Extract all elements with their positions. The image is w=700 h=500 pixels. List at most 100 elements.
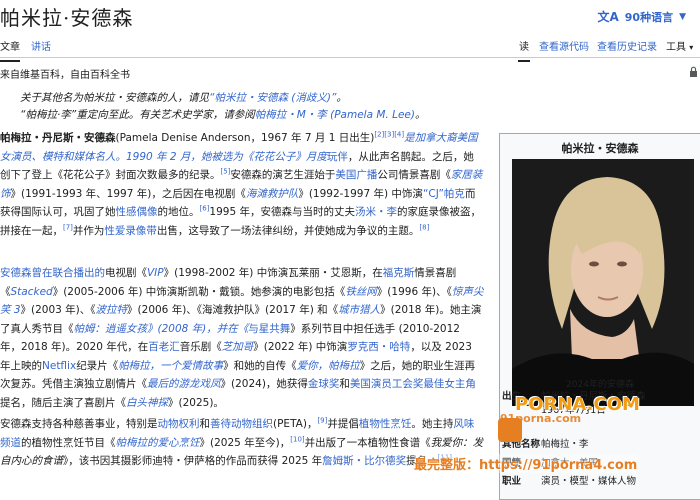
citation[interactable]: [9] bbox=[317, 417, 327, 425]
chevron-down-icon: ▼ bbox=[679, 11, 686, 22]
watermark-subtext: 91porna.com bbox=[500, 412, 582, 425]
link[interactable]: 芝加哥 bbox=[222, 341, 254, 353]
link[interactable]: 帕梅拉的爱心烹饪 bbox=[116, 437, 200, 449]
text: 和 bbox=[339, 378, 350, 390]
tab-view-history[interactable]: 查看历史记录 bbox=[597, 38, 657, 53]
citation[interactable]: [5] bbox=[221, 168, 231, 176]
hatnote-text: “帕梅拉·李”重定向至此。有关艺术史学家，请参阅 bbox=[20, 109, 255, 121]
language-selector-button[interactable]: 文A 90种语言 ▼ bbox=[597, 8, 686, 25]
link[interactable]: “CJ”帕克 bbox=[423, 188, 465, 200]
text: 》(1998-2002 年) 中饰演瓦莱丽・艾恩斯，在 bbox=[163, 267, 383, 279]
tab-talk[interactable]: 讲话 bbox=[31, 38, 51, 53]
page-tabs: 文章 讲话 读 查看源代码 查看历史记录 工具 ▾ bbox=[0, 30, 700, 62]
text: 并出版了一本植物性食谱《 bbox=[304, 436, 431, 449]
infobox-value: 演员・模型・媒体人物 bbox=[541, 476, 637, 487]
site-tagline: 来自维基百科，自由百科全书 bbox=[0, 70, 130, 81]
page-header: 帕米拉·安德森 文A 90种语言 ▼ bbox=[0, 0, 700, 30]
text: 的地位。 bbox=[157, 206, 200, 218]
watermark-url: 最完整版：https://91porna4.com bbox=[414, 454, 638, 473]
link[interactable]: 铁丝网 bbox=[345, 286, 377, 298]
text: 安德森支持各种慈善事业，特别是 bbox=[0, 418, 158, 430]
tools-label: 工具 bbox=[666, 42, 686, 53]
link[interactable]: 美国演员工会奖最佳女主角 bbox=[350, 378, 476, 390]
text: 并提倡 bbox=[327, 418, 359, 430]
text: 电视剧《 bbox=[105, 267, 147, 279]
citation[interactable]: [10] bbox=[290, 435, 304, 443]
text: 并作为 bbox=[72, 224, 105, 237]
text: 》(2006 年)、《海滩救护队》(2017 年) 和《 bbox=[127, 304, 339, 316]
citation[interactable]: [8] bbox=[419, 223, 429, 231]
citation[interactable]: [6] bbox=[200, 205, 210, 213]
citation[interactable]: [2][3][4] bbox=[374, 131, 404, 139]
link[interactable]: 百老汇 bbox=[148, 341, 180, 353]
tools-menu-button[interactable]: 工具 ▾ bbox=[666, 38, 693, 53]
hatnote-line: “帕梅拉·李”重定向至此。有关艺术史学家，请参阅帕梅拉・M・李 (Pamela … bbox=[20, 107, 480, 124]
text: 》(2025 年至今)， bbox=[199, 436, 291, 449]
link[interactable]: 性感偶像 bbox=[116, 206, 158, 218]
page-title: 帕米拉·安德森 bbox=[0, 6, 134, 30]
link[interactable]: 汤米・李 bbox=[355, 206, 397, 218]
link[interactable]: 》(2008 年)，并在《 bbox=[147, 323, 248, 335]
link[interactable]: 动物权利 bbox=[158, 418, 200, 430]
text: 音乐剧《 bbox=[179, 341, 222, 353]
text: 安德森的演艺生涯始于 bbox=[230, 169, 336, 181]
text: 》(2005-2006 年) 中饰演斯凯勒・戴锁。她参演的电影包括《 bbox=[52, 285, 346, 298]
text: 》(1991-1993 年、1997 年)，之后因在电视剧《 bbox=[10, 187, 246, 200]
link[interactable]: 金球奖 bbox=[308, 378, 340, 390]
link[interactable]: 海滩救护队 bbox=[246, 188, 299, 200]
portrait-caption: 2024年的安德森 bbox=[566, 380, 634, 390]
text: 的植物性烹饪节目《 bbox=[21, 436, 116, 449]
link[interactable]: 植物性烹饪 bbox=[359, 418, 412, 430]
text: 》(2024)，她获得 bbox=[220, 378, 308, 390]
infobox-value: 帕梅拉・李 bbox=[541, 439, 589, 450]
link[interactable]: 帕梅拉，一个爱情故事 bbox=[118, 360, 223, 372]
lock-icon bbox=[690, 66, 697, 77]
text: 提名，随后主演了喜剧片《 bbox=[0, 396, 126, 409]
hatnote-text: 。 bbox=[336, 92, 347, 104]
tab-view-source[interactable]: 查看源代码 bbox=[539, 38, 589, 53]
link[interactable]: 最后的游龙戏凤 bbox=[147, 378, 221, 390]
hatnote-text: 。 bbox=[414, 109, 426, 121]
infobox-label: 职业 bbox=[502, 476, 522, 487]
tab-article[interactable]: 文章 bbox=[0, 38, 20, 62]
link[interactable]: 善待动物组织 bbox=[210, 418, 273, 430]
link[interactable]: Netflix bbox=[42, 360, 76, 372]
link[interactable]: 玩伴 bbox=[327, 151, 348, 163]
portrait-image[interactable] bbox=[512, 159, 694, 406]
link[interactable]: 城市猎人 bbox=[338, 304, 380, 316]
portrait-illustration bbox=[512, 159, 694, 406]
text: 公司情景喜剧《 bbox=[377, 169, 451, 181]
link[interactable]: 波拉特 bbox=[96, 304, 128, 316]
link[interactable]: 与星共舞 bbox=[248, 323, 290, 335]
citation[interactable]: [7] bbox=[63, 223, 73, 231]
text: 》(2003 年)、《 bbox=[20, 304, 96, 316]
text: 》(1996 年)、《 bbox=[376, 285, 452, 298]
hatnote: 关于其他名为帕米拉・安德森的人，请见“帕米拉・安德森 (消歧义)”。 “帕梅拉·… bbox=[20, 90, 480, 124]
link[interactable]: 美国广播 bbox=[335, 169, 377, 181]
translate-icon: 文A bbox=[597, 10, 619, 24]
link[interactable]: 爱你，帕梅拉 bbox=[297, 360, 360, 372]
language-count-label: 90种语言 bbox=[624, 10, 674, 24]
chevron-down-icon: ▾ bbox=[689, 43, 694, 52]
link[interactable]: 性爱录像带 bbox=[104, 225, 157, 237]
link[interactable]: 白头神探 bbox=[126, 397, 168, 409]
link[interactable]: Stacked bbox=[11, 286, 53, 298]
text: 出售，这导致了一场法律纠纷，并使她成为争议的主题。 bbox=[156, 224, 420, 237]
intro-paragraph-2: 安德森曾在联合播出的电视剧《VIP》(1998-2002 年) 中饰演瓦莱丽・艾… bbox=[0, 264, 484, 412]
text: 》(2025)。 bbox=[168, 396, 224, 409]
link[interactable]: VIP bbox=[147, 267, 164, 279]
text: 纪录片《 bbox=[76, 359, 119, 372]
text: 和 bbox=[199, 418, 211, 430]
text: (Pamela Denise Anderson，1967 年 7 月 1 日出生… bbox=[115, 132, 375, 144]
link[interactable]: 罗克西・哈特 bbox=[347, 341, 410, 353]
link[interactable]: 詹姆斯・比尔德奖 bbox=[322, 455, 406, 467]
link[interactable]: 帕姆：逍遥女孩 bbox=[74, 323, 148, 335]
tab-read[interactable]: 读 bbox=[518, 38, 530, 62]
disambiguation-link[interactable]: “帕米拉・安德森 (消歧义)” bbox=[209, 92, 336, 104]
text: 》和她的自传《 bbox=[223, 359, 297, 372]
link[interactable]: 福克斯 bbox=[383, 267, 415, 279]
text: 》，该书因其摄影师迪特・伊萨格的作品而获得 2025 年 bbox=[63, 455, 323, 467]
intro-paragraph-1: 帕梅拉・丹尼斯・安德森(Pamela Denise Anderson，1967 … bbox=[0, 129, 484, 240]
link[interactable]: 安德森曾在联合播出的 bbox=[0, 267, 105, 279]
pamela-m-lee-link[interactable]: 帕梅拉・M・李 (Pamela M. Lee) bbox=[255, 109, 415, 121]
